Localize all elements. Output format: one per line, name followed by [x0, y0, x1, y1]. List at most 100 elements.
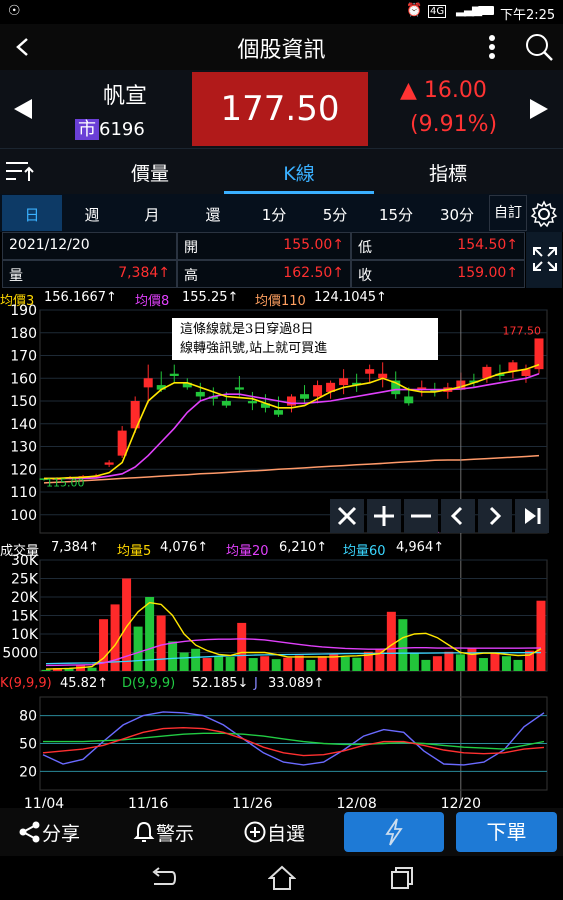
volume-label: 成交量: [0, 544, 40, 559]
candlestick: [234, 387, 244, 390]
search-icon[interactable]: [524, 32, 554, 62]
volume-bar: [260, 656, 270, 671]
volume-bar: [490, 653, 500, 671]
volume-bar: [41, 669, 51, 671]
period-month[interactable]: 月: [122, 204, 182, 225]
volume-bar: [421, 659, 431, 671]
kd-y-tick-label: 20: [19, 764, 37, 780]
tab-price-volume[interactable]: 價量: [80, 159, 220, 186]
price-y-tick-label: 150: [10, 394, 37, 410]
price-y-tick-label: 130: [10, 440, 37, 456]
market-badge: 市: [75, 119, 99, 140]
volume-bar: [455, 654, 465, 671]
next-icon: [489, 506, 502, 526]
chart-zoom-out-button[interactable]: [404, 499, 438, 533]
place-order-button[interactable]: 下單: [456, 812, 557, 852]
candlestick: [195, 391, 205, 397]
volume-legend: 成交量 7,384↑ 均量5 4,076↑ 均量20 6,210↑ 均量60 4…: [0, 540, 563, 559]
x-axis-date-label: 11/04: [24, 796, 64, 808]
period-1min[interactable]: 1分: [244, 204, 304, 225]
chart-close-button[interactable]: [330, 499, 364, 533]
k-value: 45.82↑: [60, 676, 109, 691]
info-high-cell: 高 162.50↑: [177, 260, 351, 288]
kd-legend: K(9,9,9) 45.82↑ D(9,9,9) 52.185↓ J 33.08…: [0, 676, 563, 694]
volume-bar: [352, 657, 362, 671]
volume-bar: [214, 656, 224, 671]
volume-bar: [444, 651, 454, 671]
prev-stock-icon[interactable]: [12, 97, 34, 121]
nav-back-icon[interactable]: [148, 866, 176, 890]
period-restore[interactable]: 還: [182, 204, 244, 225]
alert-button[interactable]: 警示: [132, 819, 194, 846]
battery-icon: [478, 6, 494, 15]
chart-next-button[interactable]: [478, 499, 512, 533]
menu-sort-icon[interactable]: [4, 159, 34, 183]
volume-bar: [409, 652, 419, 671]
vol-ma60-label: 均量60: [343, 544, 386, 559]
volume-y-tick-label: 5000: [2, 646, 38, 662]
volume-y-tick-label: 20K: [11, 590, 39, 606]
bell-icon: [133, 821, 155, 842]
info-close-label: 收: [358, 268, 372, 284]
period-day[interactable]: 日: [2, 204, 62, 225]
custom-period-button[interactable]: 自訂: [489, 195, 527, 231]
info-low-label: 低: [358, 240, 372, 256]
info-high-value: 162.50↑: [283, 265, 344, 281]
volume-bar: [237, 622, 247, 671]
x-axis-date-label: 12/08: [336, 796, 376, 808]
volume-bar: [398, 619, 408, 671]
candlestick: [221, 401, 231, 406]
period-selector: 日 週 月 還 1分 5分 15分 30分 自訂: [0, 194, 563, 232]
volume-bar: [271, 659, 281, 671]
info-close-cell: 收 159.00↑: [351, 260, 525, 288]
candlestick: [313, 385, 323, 397]
network-badge: 4G: [428, 5, 447, 18]
prev-icon: [450, 506, 463, 526]
volume-bar: [156, 615, 166, 671]
stock-code-row: 市 6196: [75, 115, 145, 141]
chart-prev-button[interactable]: [441, 499, 475, 533]
nav-recents-icon[interactable]: [388, 866, 416, 890]
period-15min[interactable]: 15分: [366, 204, 426, 225]
nav-home-icon[interactable]: [268, 865, 296, 891]
last-price-label: 177.50: [503, 324, 542, 337]
volume-bar: [536, 600, 546, 671]
volume-bar: [87, 667, 97, 671]
info-date-cell: 2021/12/20: [2, 232, 177, 260]
chart-zoom-in-button[interactable]: [367, 499, 401, 533]
period-30min[interactable]: 30分: [426, 204, 488, 225]
up-triangle-icon: ▲: [400, 78, 417, 103]
next-stock-icon[interactable]: [528, 97, 550, 121]
share-button[interactable]: 分享: [18, 819, 80, 846]
fullscreen-button[interactable]: [526, 232, 562, 288]
period-5min[interactable]: 5分: [304, 204, 366, 225]
settings-gear-icon[interactable]: [530, 200, 558, 228]
alarm-icon: ⏰: [406, 3, 423, 18]
info-open-cell: 開 155.00↑: [177, 232, 351, 260]
ohlc-info-table: 2021/12/20 開 155.00↑ 低 154.50↑ 量 7,384↑ …: [0, 232, 525, 288]
annotation-line-1: 這條線就是3日穿過8日: [180, 322, 314, 337]
flash-order-button[interactable]: [344, 812, 444, 852]
chart-last-button[interactable]: [515, 499, 549, 533]
info-vol-cell: 量 7,384↑: [2, 260, 177, 288]
period-week[interactable]: 週: [62, 204, 122, 225]
j-line: [42, 711, 545, 766]
volume-bar: [513, 659, 523, 671]
volume-bar: [283, 657, 293, 671]
tab-kline[interactable]: K線: [224, 159, 374, 186]
tab-indicators[interactable]: 指標: [378, 159, 518, 186]
vol-ma5-line: [45, 601, 542, 670]
watchlist-button[interactable]: 自選: [243, 819, 305, 846]
volume-bar: [133, 626, 143, 671]
candlestick: [273, 410, 283, 415]
price-y-tick-label: 120: [10, 462, 37, 478]
annotation-line-2: 線轉強訊號,站上就可買進: [180, 341, 328, 356]
annotation-note: 這條線就是3日穿過8日 線轉強訊號,站上就可買進: [172, 318, 438, 360]
status-bar: ☉ ⏰ 4G ▂▃▅ 下午2:25: [0, 0, 563, 24]
info-open-value: 155.00↑: [283, 237, 344, 253]
info-high-label: 高: [184, 268, 198, 284]
close-icon: [337, 506, 357, 526]
volume-bar: [294, 655, 304, 671]
more-options-icon[interactable]: [484, 33, 500, 61]
vol-ma5-label: 均量5: [117, 544, 152, 559]
